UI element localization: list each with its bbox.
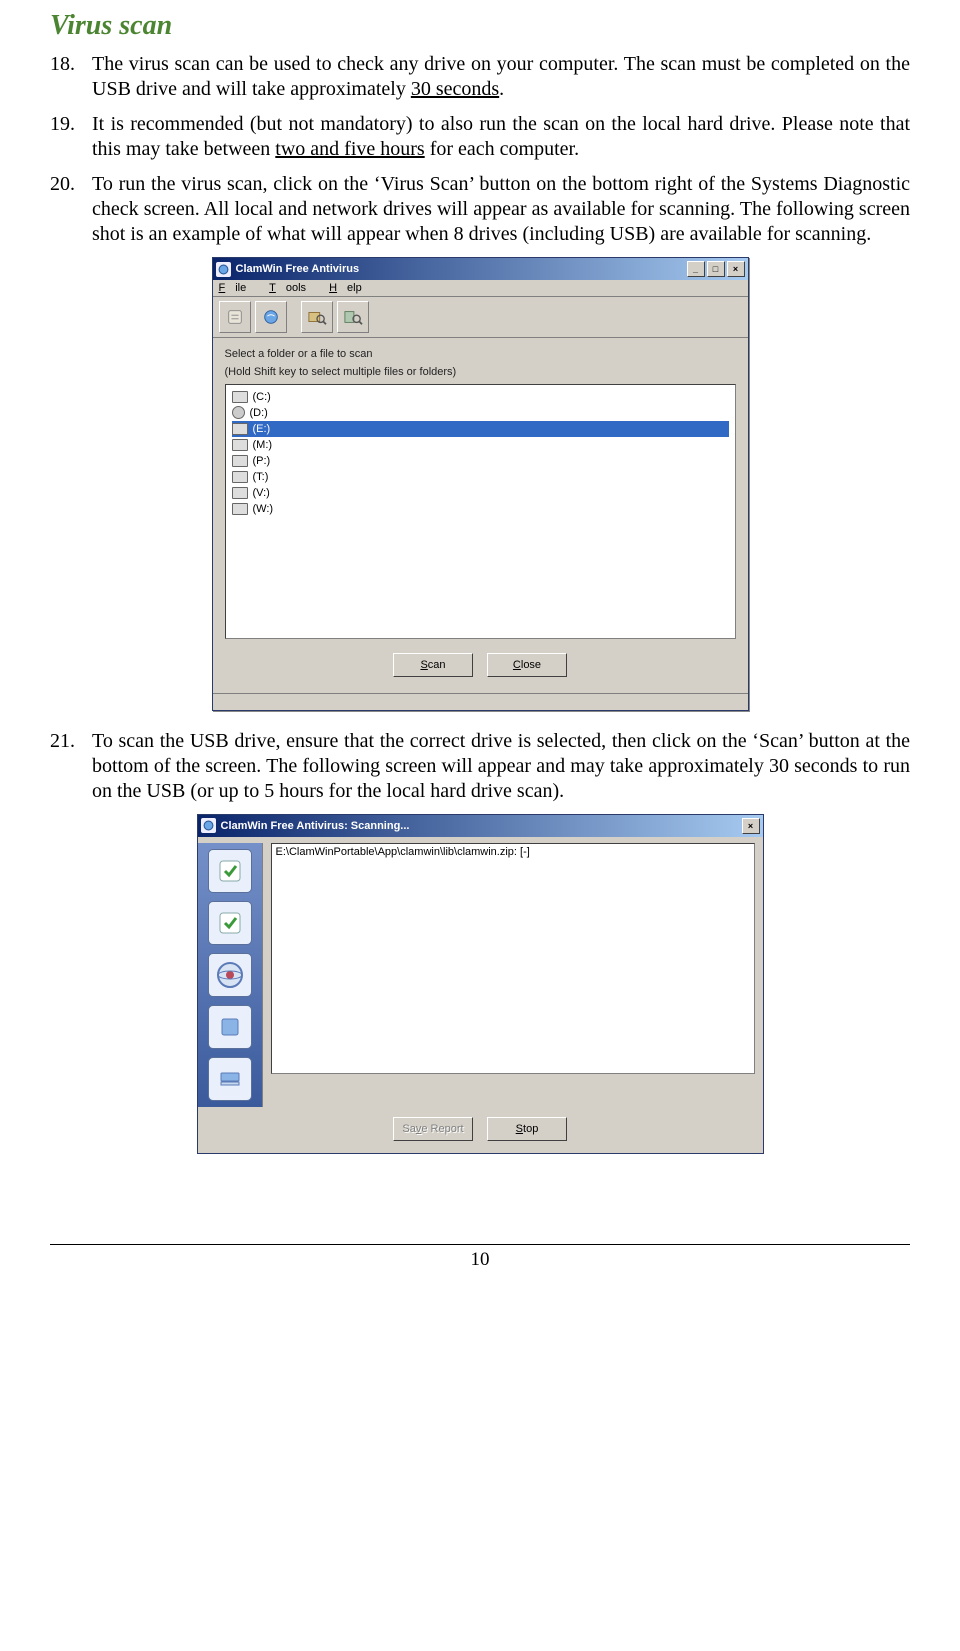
scan-progress-icon [208, 953, 252, 997]
step-done-icon [208, 849, 252, 893]
drive-icon [232, 503, 248, 515]
close-button[interactable]: × [742, 818, 760, 834]
item-21: 21. To scan the USB drive, ensure that t… [50, 729, 910, 804]
scan-files-icon[interactable] [301, 301, 333, 333]
item-text: To scan the USB drive, ensure that the c… [92, 729, 910, 804]
close-button[interactable]: Close [487, 653, 567, 677]
save-report-button: Save Report [393, 1117, 473, 1141]
status-bar [213, 693, 748, 710]
item-number: 18. [50, 52, 92, 102]
minimize-button[interactable]: _ [687, 261, 705, 277]
page-footer: 10 [50, 1244, 910, 1271]
drive-item[interactable]: (M:) [232, 437, 729, 453]
drive-list[interactable]: (C:) (D:) (E:) (M:) (P:) (T:) (V:) (W:) [225, 384, 736, 639]
item-text: To run the virus scan, click on the ‘Vir… [92, 172, 910, 247]
item-text: It is recommended (but not mandatory) to… [92, 112, 910, 162]
toolbar [213, 297, 748, 338]
item-19: 19. It is recommended (but not mandatory… [50, 112, 910, 162]
stop-button[interactable]: Stop [487, 1117, 567, 1141]
scan-memory-icon[interactable] [337, 301, 369, 333]
drive-icon [232, 423, 248, 435]
step-done-icon [208, 901, 252, 945]
item-18: 18. The virus scan can be used to check … [50, 52, 910, 102]
section-heading: Virus scan [50, 10, 910, 42]
cd-icon [232, 406, 245, 419]
step-pending-icon [208, 1057, 252, 1101]
drive-icon [232, 391, 248, 403]
item-20: 20. To run the virus scan, click on the … [50, 172, 910, 247]
window-title: ClamWin Free Antivirus: Scanning... [221, 820, 740, 832]
drive-item[interactable]: (P:) [232, 453, 729, 469]
drive-icon [232, 471, 248, 483]
step-pending-icon [208, 1005, 252, 1049]
side-panel [198, 843, 263, 1107]
drive-item[interactable]: (T:) [232, 469, 729, 485]
drive-item-selected[interactable]: (E:) [232, 421, 729, 437]
preferences-icon[interactable] [219, 301, 251, 333]
drive-item[interactable]: (D:) [232, 405, 729, 421]
screenshot-1: ClamWin Free Antivirus _ □ × File Tools … [50, 257, 910, 711]
update-icon[interactable] [255, 301, 287, 333]
menu-file[interactable]: File [219, 282, 257, 294]
scan-output: E:\ClamWinPortable\App\clamwin\lib\clamw… [271, 843, 755, 1074]
menubar: File Tools Help [213, 280, 748, 297]
app-icon [201, 818, 216, 833]
titlebar: ClamWin Free Antivirus _ □ × [213, 258, 748, 280]
scan-button[interactable]: Scan [393, 653, 473, 677]
scan-path: E:\ClamWinPortable\App\clamwin\lib\clamw… [276, 846, 530, 858]
item-text: The virus scan can be used to check any … [92, 52, 910, 102]
drive-icon [232, 487, 248, 499]
window-title: ClamWin Free Antivirus [236, 263, 685, 275]
drive-item[interactable]: (C:) [232, 389, 729, 405]
clamwin-window: ClamWin Free Antivirus _ □ × File Tools … [212, 257, 749, 711]
titlebar: ClamWin Free Antivirus: Scanning... × [198, 815, 763, 837]
item-number: 21. [50, 729, 92, 804]
maximize-button[interactable]: □ [707, 261, 725, 277]
instruction-line-2: (Hold Shift key to select multiple files… [225, 366, 736, 380]
close-button[interactable]: × [727, 261, 745, 277]
drive-icon [232, 439, 248, 451]
screenshot-2: ClamWin Free Antivirus: Scanning... × E:… [50, 814, 910, 1154]
drive-item[interactable]: (V:) [232, 485, 729, 501]
instruction-line-1: Select a folder or a file to scan [225, 348, 736, 362]
drive-item[interactable]: (W:) [232, 501, 729, 517]
page-number: 10 [471, 1249, 490, 1270]
item-number: 20. [50, 172, 92, 247]
menu-help[interactable]: Help [329, 282, 372, 294]
item-number: 19. [50, 112, 92, 162]
app-icon [216, 262, 231, 277]
clamwin-scanning-window: ClamWin Free Antivirus: Scanning... × E:… [197, 814, 764, 1154]
drive-icon [232, 455, 248, 467]
menu-tools[interactable]: Tools [269, 282, 316, 294]
